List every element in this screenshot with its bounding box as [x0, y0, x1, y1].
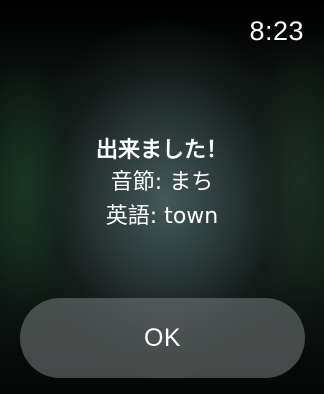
english-line: 英語: town	[105, 204, 219, 229]
alert-message: 出来ました！ 音節: まち 英語: town	[0, 136, 324, 234]
ok-button[interactable]: OK	[20, 298, 305, 378]
syllable-line: 音節: まち	[110, 170, 214, 195]
alert-title: 出来ました！	[95, 138, 228, 163]
watch-screen: 8:23 出来ました！ 音節: まち 英語: town OK	[0, 0, 324, 394]
status-time: 8:23	[249, 16, 304, 46]
